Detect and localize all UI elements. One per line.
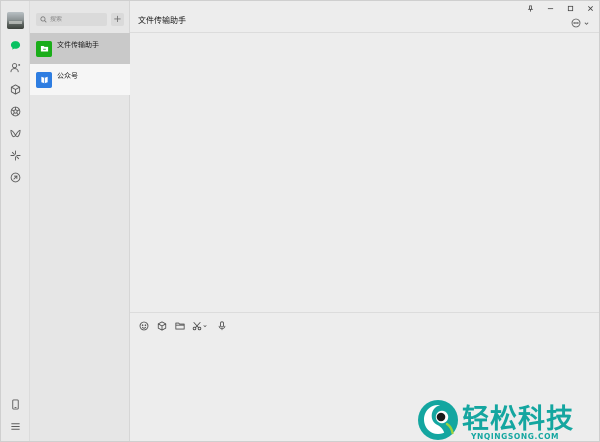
wechat-window: + 文件传输助手 公众号 文件传输助手 (0, 0, 600, 442)
file-transfer-avatar (36, 40, 52, 57)
minimize-icon[interactable] (546, 4, 554, 12)
close-icon[interactable] (586, 4, 594, 12)
message-area (130, 34, 599, 312)
phone-icon[interactable] (9, 398, 22, 411)
search-web-icon[interactable] (9, 171, 22, 184)
emoji-icon[interactable] (138, 320, 149, 331)
list-item-file-transfer[interactable]: 文件传输助手 (30, 33, 130, 64)
contacts-icon[interactable] (9, 61, 22, 74)
window-controls (526, 4, 594, 12)
chevron-down-icon (584, 21, 589, 25)
conversation-pane: 文件传输助手 (130, 1, 599, 441)
site-watermark: 轻松科技 YNQINGSONG.COM (415, 397, 599, 441)
search-box[interactable] (36, 13, 107, 26)
favorites-icon[interactable] (9, 83, 22, 96)
watermark-text: 轻松科技 (462, 404, 574, 435)
search-input[interactable] (50, 16, 106, 23)
screenshot-tool[interactable] (192, 320, 209, 331)
chat-name: 文件传输助手 (57, 40, 99, 49)
folder-icon[interactable] (174, 320, 185, 331)
chevron-down-icon (203, 324, 207, 327)
composer-toolbar (138, 320, 227, 331)
official-accounts-avatar (36, 71, 52, 88)
search-icon (40, 16, 47, 23)
pin-icon[interactable] (526, 4, 534, 12)
watermark-logo-icon (418, 400, 458, 440)
avatar[interactable] (7, 12, 24, 29)
folder-icon (40, 45, 48, 52)
list-item-official-accounts[interactable]: 公众号 (30, 64, 130, 95)
chat-name: 公众号 (57, 71, 78, 80)
mini-programs-icon[interactable] (9, 149, 22, 162)
channels-icon[interactable] (9, 127, 22, 140)
page-title: 文件传输助手 (138, 16, 186, 25)
moments-icon[interactable] (9, 105, 22, 118)
scissors-icon (192, 321, 202, 330)
more-button[interactable] (571, 18, 589, 28)
microphone-icon[interactable] (216, 320, 227, 331)
chat-more-icon (571, 18, 581, 28)
favorites-icon[interactable] (156, 320, 167, 331)
bookmark-icon (40, 76, 48, 84)
menu-icon[interactable] (9, 420, 22, 433)
chat-list: + 文件传输助手 公众号 (30, 1, 130, 441)
chat-icon[interactable] (9, 39, 22, 52)
watermark-url: YNQINGSONG.COM (471, 432, 560, 441)
add-button[interactable]: + (111, 13, 124, 26)
nav-rail (1, 1, 30, 441)
maximize-icon[interactable] (566, 4, 574, 12)
conversation-header: 文件传输助手 (130, 1, 599, 33)
